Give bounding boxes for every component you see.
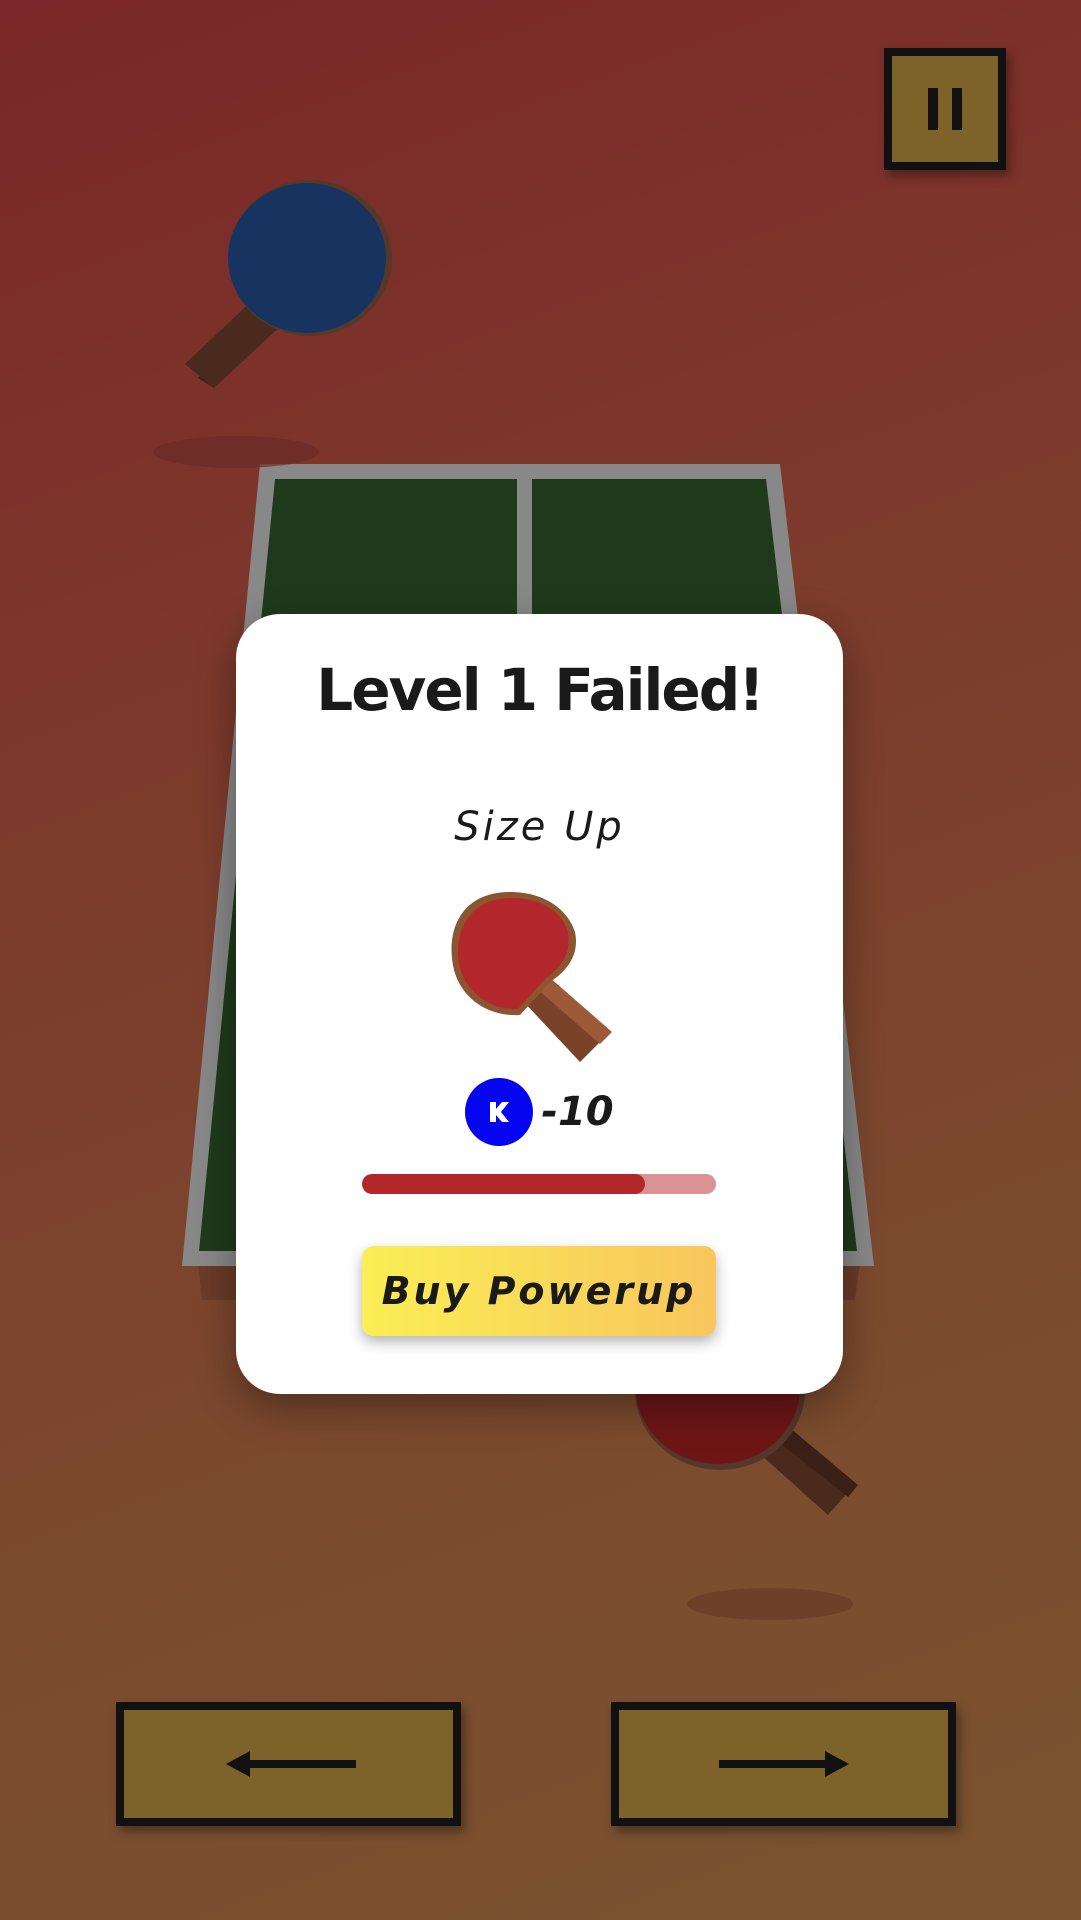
- dialog-title: Level 1 Failed!: [316, 656, 765, 724]
- pause-icon-bar: [952, 88, 962, 130]
- progress-bar: [362, 1174, 716, 1194]
- level-failed-dialog: Level 1 Failed! Size Up -10 Buy Powerup: [236, 614, 843, 1394]
- pause-icon: [928, 88, 938, 130]
- opponent-paddle-shadow: [153, 436, 319, 468]
- move-left-button[interactable]: [116, 1702, 461, 1826]
- cost-value: -10: [541, 1089, 614, 1135]
- move-right-button[interactable]: [611, 1702, 956, 1826]
- player-paddle-shadow: [687, 1588, 853, 1620]
- opponent-paddle: [185, 180, 392, 388]
- arrow-right-icon: [719, 1751, 849, 1777]
- arrow-left-icon: [226, 1751, 356, 1777]
- buy-powerup-button[interactable]: Buy Powerup: [362, 1246, 716, 1336]
- powerup-name: Size Up: [454, 804, 625, 850]
- pause-button[interactable]: [884, 48, 1006, 170]
- coin-icon: [465, 1078, 534, 1146]
- powerup-cost: -10: [236, 1078, 843, 1146]
- paddle-icon: [451, 892, 612, 1062]
- progress-fill: [362, 1174, 646, 1194]
